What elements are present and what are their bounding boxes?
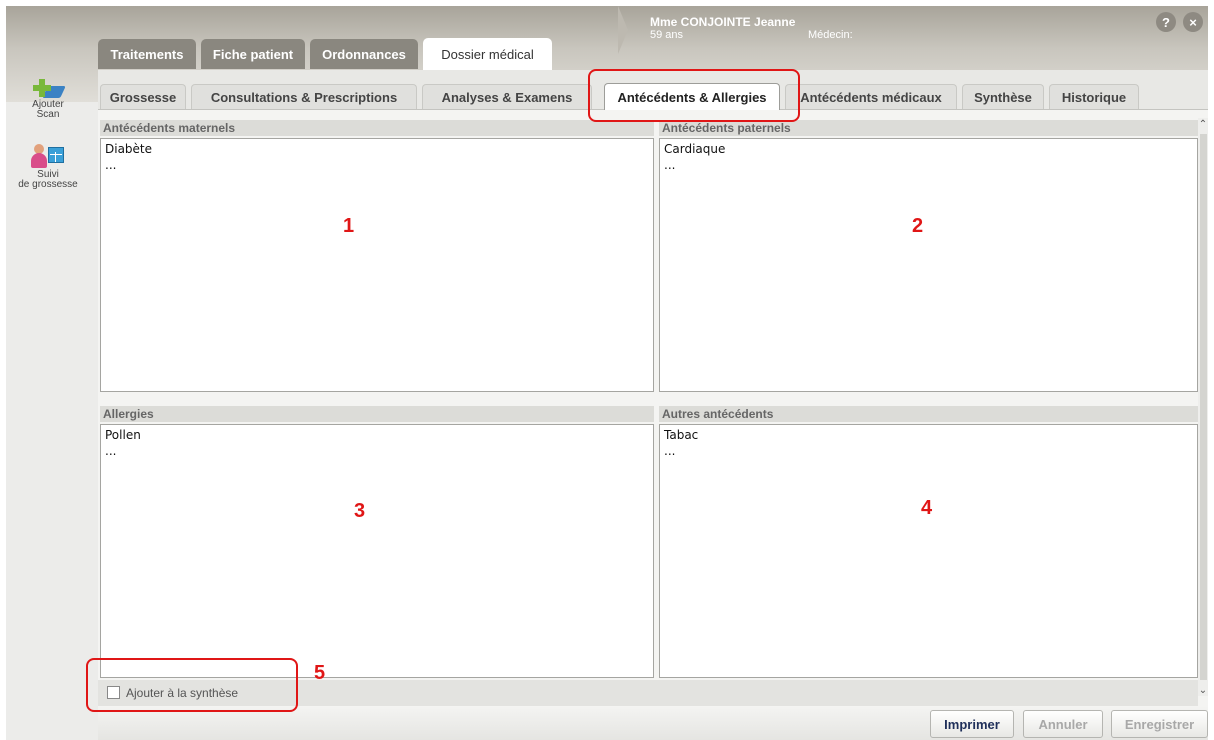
highlight-active-subtab — [588, 69, 800, 122]
add-scan-button[interactable]: Ajouter Scan — [8, 78, 88, 120]
highlight-checkbox — [86, 658, 298, 712]
scrollbar-thumb[interactable] — [1200, 134, 1207, 680]
antecedents-maternels-field[interactable]: Diabète ... — [100, 138, 654, 392]
add-scan-label-line2: Scan — [36, 109, 60, 120]
panel-title-antecedents-maternels: Antécédents maternels — [100, 120, 654, 136]
subtab-synthese[interactable]: Synthèse — [962, 84, 1044, 109]
patient-arrow-decoration — [618, 6, 628, 54]
tab-ordonnances[interactable]: Ordonnances — [310, 39, 418, 69]
annotation-marker-1: 1 — [343, 215, 355, 237]
subtab-analyses[interactable]: Analyses & Examens — [422, 84, 592, 109]
cancel-button[interactable]: Annuler — [1023, 710, 1103, 738]
pregnancy-tracking-button[interactable]: Suivi de grossesse — [8, 142, 88, 190]
close-icon[interactable]: × — [1183, 12, 1203, 32]
panel-title-autres-antecedents: Autres antécédents — [659, 406, 1198, 422]
text-line: Cardiaque — [664, 142, 726, 156]
text-line: ... — [105, 158, 117, 172]
patient-name: Mme CONJOINTE Jeanne — [650, 15, 796, 29]
text-line: ... — [664, 444, 676, 458]
autres-antecedents-field[interactable]: Tabac ... — [659, 424, 1198, 678]
patient-age: 59 ans — [650, 29, 684, 41]
tab-traitements[interactable]: Traitements — [98, 39, 196, 69]
pregnancy-tracking-icon — [28, 142, 68, 170]
help-icon[interactable]: ? — [1156, 12, 1176, 32]
text-line: Tabac — [664, 428, 699, 442]
subtab-antecedents-medicaux[interactable]: Antécédents médicaux — [785, 84, 957, 109]
text-line: ... — [664, 158, 676, 172]
annotation-marker-4: 4 — [921, 497, 933, 519]
text-line: Pollen — [105, 428, 141, 442]
tab-dossier-medical[interactable]: Dossier médical — [423, 38, 552, 70]
subtab-grossesse[interactable]: Grossesse — [100, 84, 186, 109]
text-line: ... — [105, 444, 117, 458]
annotation-marker-5: 5 — [314, 662, 326, 684]
patient-medecin-label: Médecin: — [808, 29, 853, 41]
panel-title-allergies: Allergies — [100, 406, 654, 422]
allergies-field[interactable]: Pollen ... — [100, 424, 654, 678]
scroll-up-icon[interactable]: ⌃ — [1198, 118, 1208, 132]
pregnancy-tracking-label-line2: de grossesse — [18, 179, 78, 190]
content-area: Grossesse Consultations & Prescriptions … — [98, 70, 1208, 740]
panel-title-antecedents-paternels: Antécédents paternels — [659, 120, 1198, 136]
scroll-down-icon[interactable]: ⌄ — [1198, 684, 1208, 698]
save-button[interactable]: Enregistrer — [1111, 710, 1208, 738]
text-line: Diabète — [105, 142, 153, 156]
antecedents-paternels-field[interactable]: Cardiaque ... — [659, 138, 1198, 392]
annotation-marker-2: 2 — [912, 215, 924, 237]
subtab-historique[interactable]: Historique — [1049, 84, 1139, 109]
annotation-marker-3: 3 — [354, 500, 366, 522]
tab-fiche-patient[interactable]: Fiche patient — [201, 39, 305, 69]
left-toolbar: Ajouter Scan Suivi de grossesse — [6, 70, 90, 202]
add-scan-icon — [31, 78, 66, 100]
print-button[interactable]: Imprimer — [930, 710, 1014, 738]
subtab-consultations[interactable]: Consultations & Prescriptions — [191, 84, 417, 109]
